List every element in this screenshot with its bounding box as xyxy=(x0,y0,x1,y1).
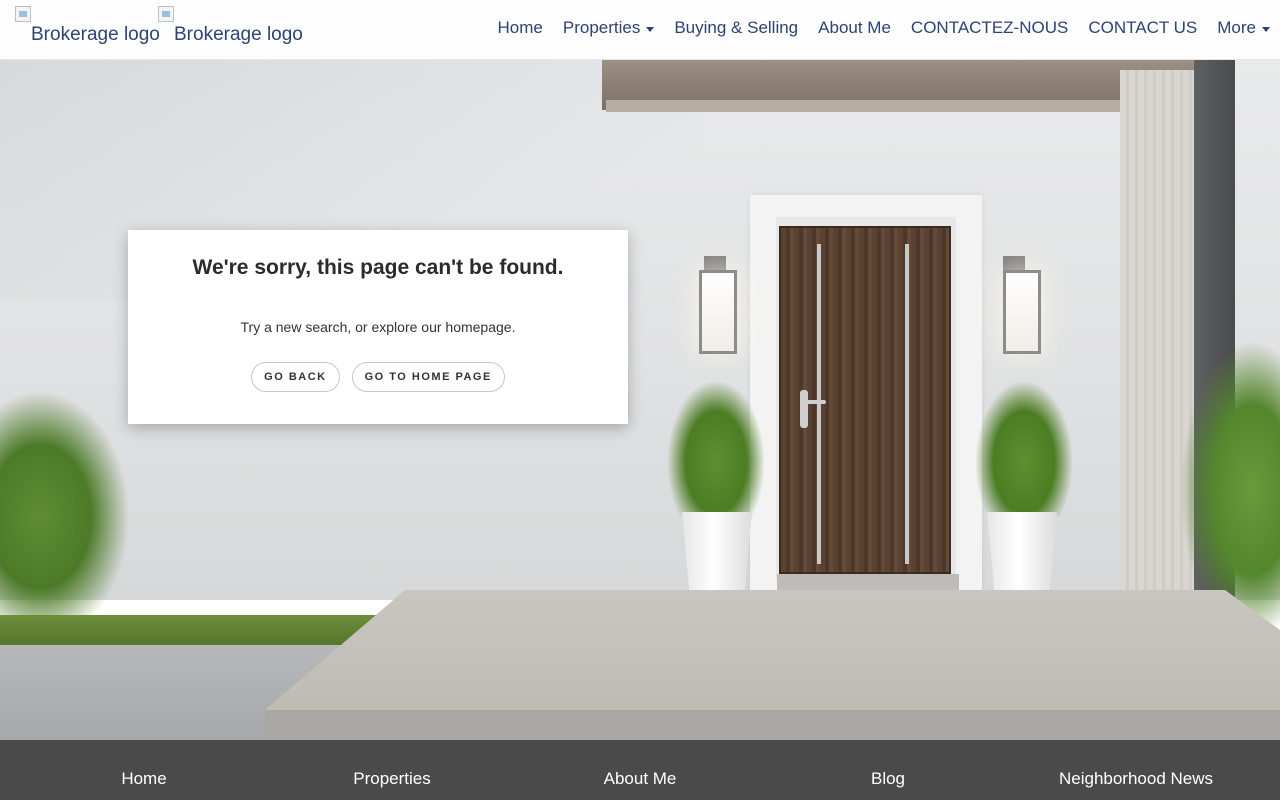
nav-about-me-label: About Me xyxy=(818,18,891,37)
plant-pot xyxy=(682,512,752,602)
card-actions: GO BACK GO TO HOME PAGE xyxy=(128,362,628,392)
logo-alt-text: Brokerage logo xyxy=(31,24,160,45)
door-bar xyxy=(905,244,909,564)
nav-contact-us[interactable]: CONTACT US xyxy=(1088,18,1197,38)
wall-lamp xyxy=(699,270,737,354)
door-bar xyxy=(817,244,821,564)
logo-alt-text: Brokerage logo xyxy=(174,24,303,45)
door-handle xyxy=(800,390,808,428)
nav-more-label: More xyxy=(1217,18,1256,37)
main-nav: Home Properties Buying & Selling About M… xyxy=(478,18,1270,38)
footer-link-home[interactable]: Home xyxy=(121,769,166,789)
go-back-button[interactable]: GO BACK xyxy=(251,362,340,392)
nav-buying-selling-label: Buying & Selling xyxy=(674,18,799,37)
nav-contact-us-label: CONTACT US xyxy=(1088,18,1198,37)
nav-home[interactable]: Home xyxy=(498,18,543,38)
nav-properties[interactable]: Properties xyxy=(562,18,655,38)
lawn xyxy=(0,615,390,645)
footer-link-about-me[interactable]: About Me xyxy=(604,769,677,789)
brokerage-logo-link[interactable]: Brokerage logo xyxy=(15,6,160,46)
terrace-edge xyxy=(265,710,1280,740)
nav-contactez-nous[interactable]: CONTACTEZ-NOUS xyxy=(911,18,1068,38)
not-found-message: Try a new search, or explore our homepag… xyxy=(240,319,516,335)
go-to-home-page-button[interactable]: GO TO HOME PAGE xyxy=(351,362,505,392)
shrub xyxy=(0,390,130,620)
nav-about-me[interactable]: About Me xyxy=(818,18,891,38)
broken-image-icon xyxy=(158,6,174,22)
nav-home-label: Home xyxy=(497,18,543,37)
wall-lamp xyxy=(1003,270,1041,354)
nav-more[interactable]: More xyxy=(1217,18,1270,38)
brokerage-logo-link-secondary[interactable]: Brokerage logo xyxy=(158,6,303,46)
not-found-title: We're sorry, this page can't be found. xyxy=(192,256,564,279)
nav-buying-selling[interactable]: Buying & Selling xyxy=(674,18,798,38)
site-header: Brokerage logo Brokerage logo Home Prope… xyxy=(0,0,1280,60)
caret-down-icon xyxy=(1262,26,1270,32)
footer-link-properties[interactable]: Properties xyxy=(353,769,430,789)
nav-contactez-nous-label: CONTACTEZ-NOUS xyxy=(910,18,1069,37)
potted-plant xyxy=(976,382,1072,516)
caret-down-icon xyxy=(646,26,655,32)
plant-pot xyxy=(987,512,1057,602)
nav-properties-label: Properties xyxy=(562,18,641,37)
footer-link-blog[interactable]: Blog xyxy=(871,769,905,789)
broken-image-icon xyxy=(15,6,31,22)
door-handle-arm xyxy=(800,400,826,404)
footer-link-neighborhood-news[interactable]: Neighborhood News xyxy=(1059,769,1213,789)
not-found-card: We're sorry, this page can't be found. T… xyxy=(128,230,628,424)
site-footer: Home Properties About Me Blog Neighborho… xyxy=(0,740,1280,800)
potted-plant xyxy=(668,382,764,516)
canopy-underside xyxy=(606,100,1194,112)
